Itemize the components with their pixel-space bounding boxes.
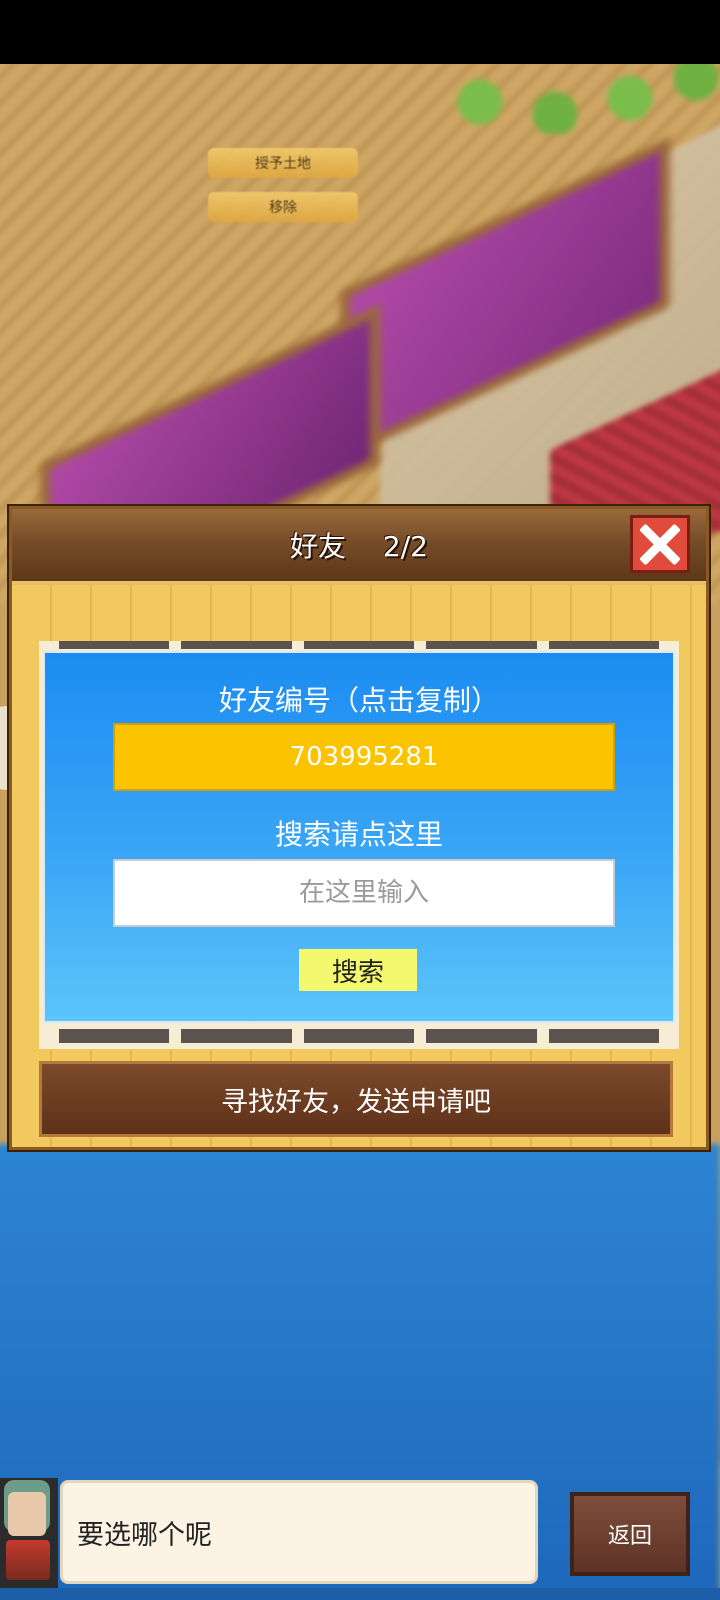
friends-dialog: 好友 2/2 好友编号（点击复制） 703995281 搜索请点这里 搜索 寻找 bbox=[9, 506, 709, 1150]
tree-row bbox=[420, 64, 720, 134]
search-input[interactable] bbox=[113, 859, 615, 927]
friend-id-copy-box[interactable]: 703995281 bbox=[113, 723, 615, 791]
avatar-face bbox=[8, 1492, 46, 1536]
dialog-header: 好友 2/2 bbox=[12, 509, 706, 585]
friend-panel-frame: 好友编号（点击复制） 703995281 搜索请点这里 搜索 bbox=[39, 641, 679, 1049]
search-button[interactable]: 搜索 bbox=[299, 949, 417, 991]
grant-land-button[interactable]: 授予土地 bbox=[208, 148, 358, 178]
friend-id-heading: 好友编号（点击复制） bbox=[218, 684, 499, 717]
panel-tab-marker bbox=[181, 641, 292, 649]
panel-bottom-tabs bbox=[59, 1029, 660, 1043]
panel-tab-marker bbox=[548, 641, 660, 649]
panel-tab-marker bbox=[426, 641, 537, 649]
panel-top-tabs bbox=[59, 641, 660, 649]
back-button[interactable]: 返回 bbox=[570, 1492, 690, 1576]
friend-search-panel: 好友编号（点击复制） 703995281 搜索请点这里 搜索 bbox=[43, 651, 675, 1023]
panel-tab-marker bbox=[303, 1029, 415, 1043]
panel-tab-marker bbox=[59, 641, 170, 649]
status-bar bbox=[0, 0, 720, 64]
dialog-title: 好友 2/2 bbox=[12, 525, 706, 565]
remove-button[interactable]: 移除 bbox=[208, 192, 358, 222]
advisor-avatar bbox=[0, 1478, 58, 1588]
panel-tab-marker bbox=[59, 1029, 170, 1043]
dialog-title-text: 好友 bbox=[290, 530, 347, 563]
search-heading: 搜索请点这里 bbox=[274, 818, 443, 851]
panel-tab-marker bbox=[426, 1029, 537, 1043]
bottom-sea-strip bbox=[0, 1588, 720, 1600]
hint-bar: 寻找好友，发送申请吧 bbox=[39, 1061, 673, 1137]
advisor-speech-bubble: 要选哪个呢 bbox=[60, 1480, 538, 1584]
page-indicator: 2/2 bbox=[382, 530, 428, 563]
avatar-body bbox=[6, 1540, 50, 1580]
close-icon[interactable] bbox=[630, 515, 690, 573]
panel-tab-marker bbox=[303, 641, 415, 649]
panel-tab-marker bbox=[181, 1029, 292, 1043]
panel-tab-marker bbox=[548, 1029, 660, 1043]
